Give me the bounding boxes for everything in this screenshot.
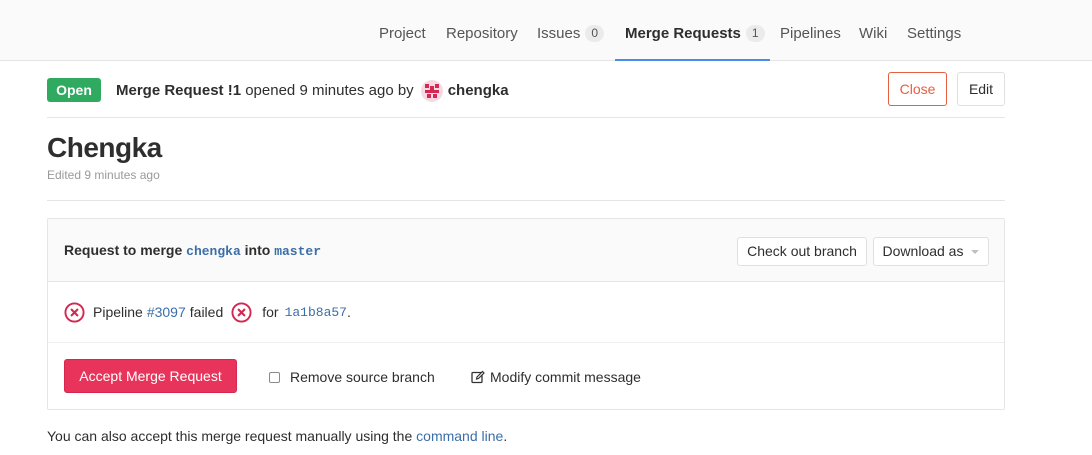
source-branch[interactable]: chengka [186,244,241,259]
edit-button[interactable]: Edit [957,72,1005,106]
edit-icon [471,370,485,384]
remove-source-branch-label: Remove source branch [290,369,435,385]
remove-source-branch-option[interactable]: Remove source branch [269,369,435,385]
divider [47,117,1005,118]
tab-project[interactable]: Project [379,0,426,61]
target-branch[interactable]: master [274,244,321,259]
tab-merge-requests[interactable]: Merge Requests 1 [615,0,770,61]
merge-widget: Request to merge chengka into master Che… [47,218,1005,410]
pipeline-label: Pipeline [93,304,143,320]
download-as-dropdown[interactable]: Download as [873,237,989,266]
period: . [347,304,351,320]
caret-down-icon [971,250,980,254]
tab-issues[interactable]: Issues 0 [537,0,605,61]
edited-timestamp: Edited 9 minutes ago [47,168,160,182]
opened-text: opened 9 minutes ago by [245,82,414,99]
tab-label: Project [379,25,426,42]
modify-commit-message-link[interactable]: Modify commit message [471,369,641,385]
issues-count-badge: 0 [585,25,605,42]
tab-label: Repository [446,25,518,42]
author-link[interactable]: chengka [448,81,509,101]
pipeline-link[interactable]: #3097 [147,304,186,320]
manual-merge-hint: You can also accept this merge request m… [47,428,507,444]
failed-status-icon[interactable] [231,301,252,323]
command-line-link[interactable]: command line [416,428,503,444]
hint-text: You can also accept this merge request m… [47,428,413,444]
modify-commit-message-label: Modify commit message [490,369,641,385]
divider [47,200,1005,201]
status-badge: Open [47,78,101,102]
accept-merge-request-button[interactable]: Accept Merge Request [64,359,237,393]
pipeline-status: Pipeline #3097 failed for 1a1b8a57. [64,301,351,323]
divider [48,342,1004,343]
page-title: Chengka [47,132,162,163]
tab-label: Pipelines [780,25,841,42]
failed-status-icon[interactable] [64,301,85,323]
avatar[interactable] [420,80,443,102]
request-prefix: Request to merge [64,242,183,258]
tab-repository[interactable]: Repository [446,0,518,61]
check-out-branch-button[interactable]: Check out branch [737,237,867,266]
mr-reference: Merge Request !1 [116,82,242,99]
merge-requests-count-badge: 1 [745,25,765,42]
tab-label: Settings [907,25,962,42]
download-label: Download as [882,243,964,259]
tab-label: Issues [537,25,581,42]
remove-source-branch-checkbox[interactable] [269,371,280,383]
tab-settings[interactable]: Settings [907,0,961,61]
tab-label: Merge Requests [625,25,741,42]
commit-sha-link[interactable]: 1a1b8a57 [285,305,347,320]
pipeline-status-text: failed [189,304,224,320]
tab-wiki[interactable]: Wiki [859,0,887,61]
merge-request-branches: Request to merge chengka into master [64,242,321,259]
tab-label: Wiki [859,25,888,42]
close-button[interactable]: Close [888,72,947,106]
mr-detail-header: Merge Request !1 opened 9 minutes ago by… [116,80,509,102]
hint-end: . [503,428,508,444]
merge-widget-header: Request to merge chengka into master Che… [48,219,1004,282]
for-text: for [262,304,279,320]
tab-pipelines[interactable]: Pipelines [780,0,841,61]
project-nav: Project Repository Issues 0 Merge Request… [0,0,1092,61]
into-text: into [244,242,271,258]
